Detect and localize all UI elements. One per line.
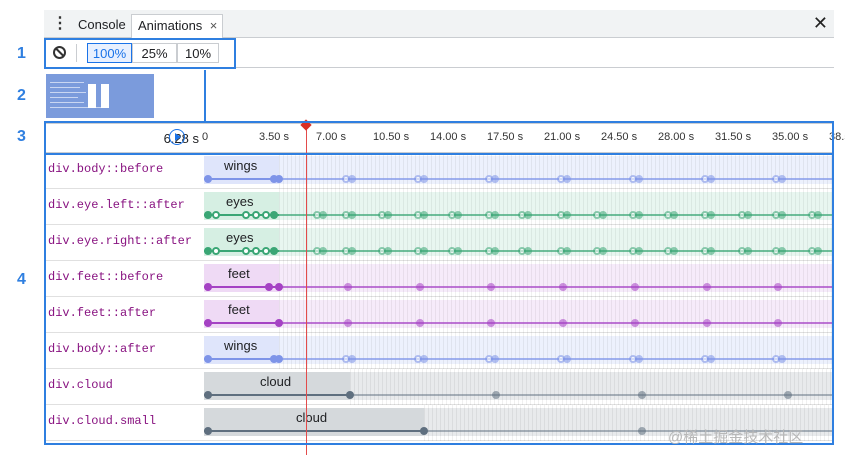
callout-box-3	[44, 121, 834, 155]
tab-bar: ⋮ Console Animations × ✕	[44, 10, 834, 38]
callout-number-3: 3	[17, 128, 26, 145]
callout-number-1: 1	[17, 45, 26, 62]
watermark-text: @稀土掘金技术社区	[668, 429, 804, 446]
callout-number-2: 2	[17, 87, 26, 104]
close-panel-icon[interactable]: ✕	[813, 13, 828, 34]
kebab-menu-icon[interactable]: ⋮	[52, 16, 68, 32]
close-tab-icon[interactable]: ×	[210, 15, 218, 37]
tab-animations-label: Animations	[138, 18, 203, 33]
tab-console[interactable]: Console	[72, 14, 132, 38]
tab-animations[interactable]: Animations ×	[131, 14, 224, 38]
callout-box-1	[44, 38, 236, 69]
callout-box-4	[44, 153, 834, 445]
callout-number-4: 4	[17, 271, 26, 288]
callout-box-2	[44, 70, 206, 123]
